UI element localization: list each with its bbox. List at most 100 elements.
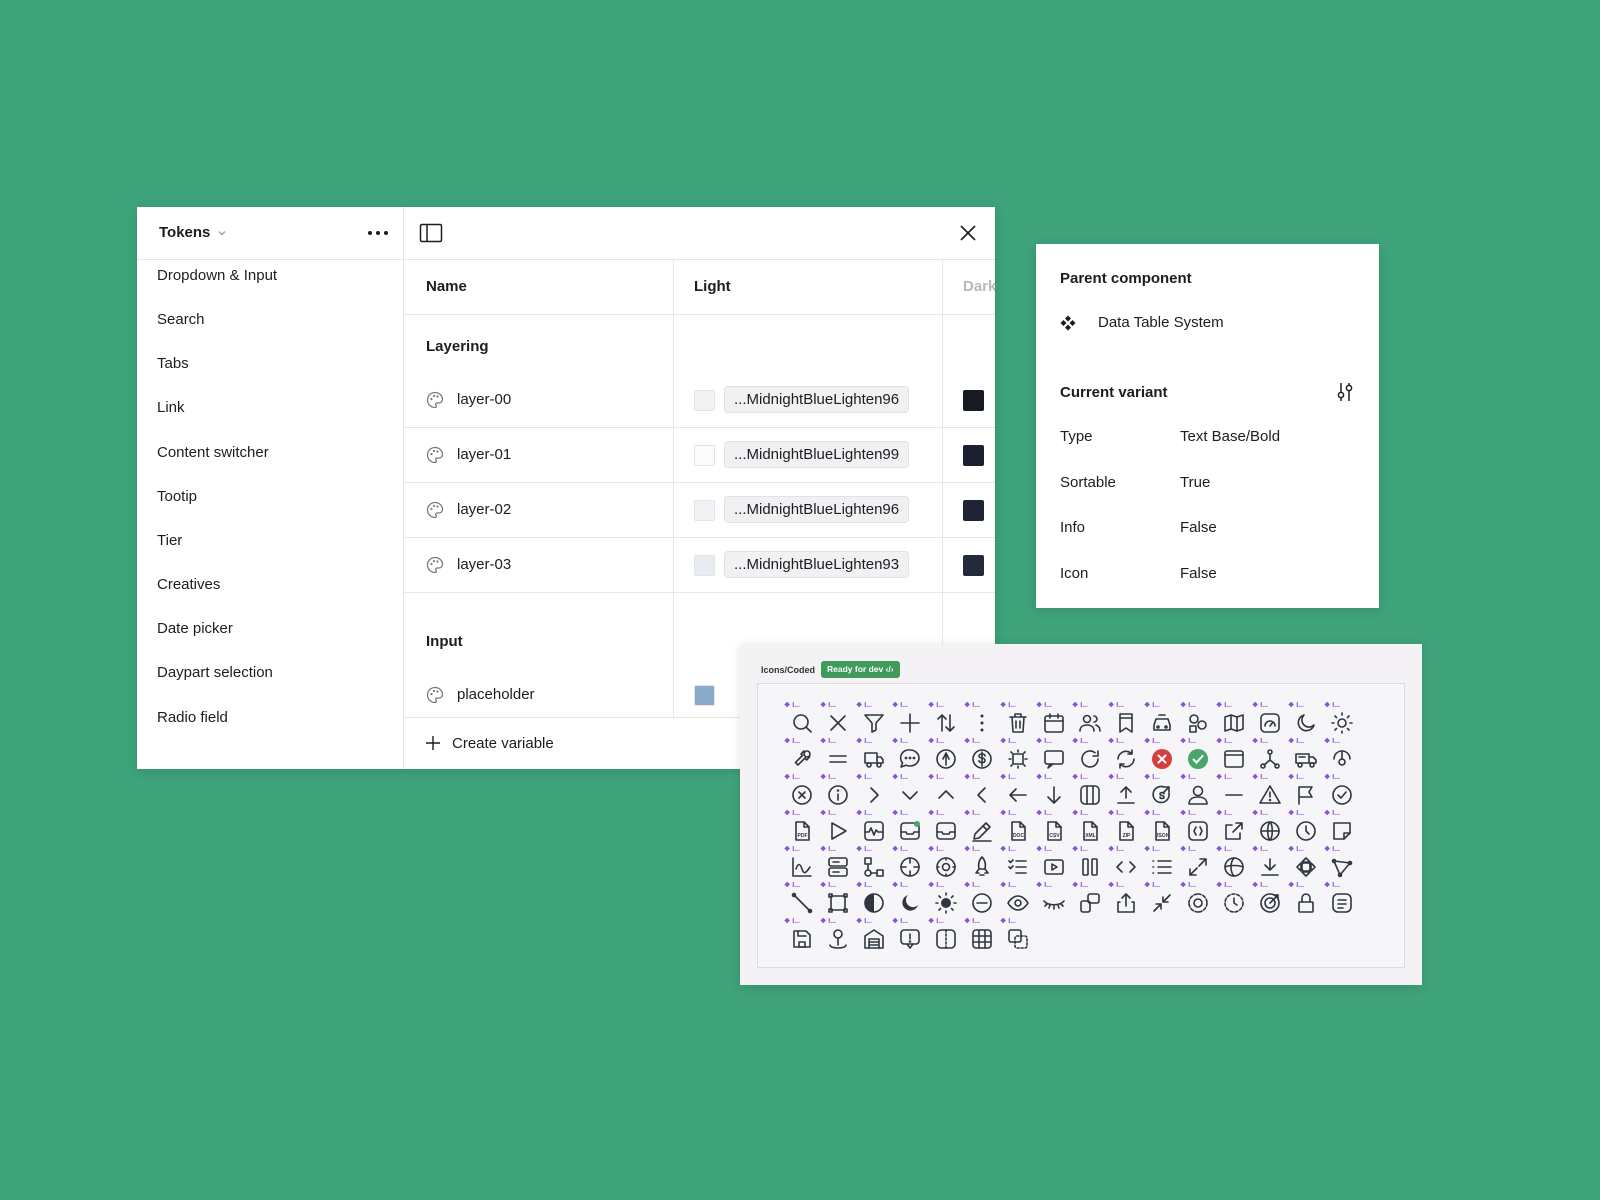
icon-instance[interactable]: ❖ I... [892, 774, 928, 810]
sidebar-item[interactable]: Tabs [137, 342, 403, 386]
variable-row[interactable]: layer-00 ...MidnightBlueLighten96 [404, 373, 995, 428]
light-color-swatch[interactable] [694, 445, 715, 466]
icon-instance[interactable]: ❖ I... [1000, 702, 1036, 738]
icon-instance[interactable]: ❖ I... [1036, 738, 1072, 774]
sidebar-item[interactable]: Tootip [137, 474, 403, 518]
icon-instance[interactable]: ❖ I... [856, 882, 892, 918]
light-color-swatch[interactable] [694, 500, 715, 521]
icon-instance[interactable]: ❖ I... [928, 882, 964, 918]
icon-instance[interactable]: ❖ I... [1324, 846, 1360, 882]
light-color-swatch[interactable] [694, 555, 715, 576]
icon-instance[interactable]: ❖ I... [1072, 882, 1108, 918]
sidebar-item[interactable]: Content switcher [137, 430, 403, 474]
light-alias-pill[interactable]: ...MidnightBlueLighten93 [724, 551, 910, 578]
icon-instance[interactable]: ❖ I... [892, 810, 928, 846]
icon-instance[interactable]: ❖ I... [964, 738, 1000, 774]
column-light-header[interactable]: Light [694, 278, 731, 295]
icon-instance[interactable]: ❖ I... [1252, 774, 1288, 810]
icon-instance[interactable]: ❖ I... [1036, 774, 1072, 810]
sidebar-item[interactable]: Search [137, 297, 403, 341]
icon-instance[interactable]: ❖ I... [1072, 702, 1108, 738]
icon-instance[interactable]: ❖ I... [1108, 738, 1144, 774]
icon-instance[interactable]: ❖ I... [1324, 882, 1360, 918]
icon-instance[interactable]: ❖ I... [1252, 846, 1288, 882]
icon-instance[interactable]: ❖ I... [1324, 702, 1360, 738]
icon-instance[interactable]: ❖ I... [1180, 882, 1216, 918]
icon-instance[interactable]: ❖ I... [892, 702, 928, 738]
icon-instance[interactable]: ❖ I... [1216, 846, 1252, 882]
icon-instance[interactable]: ❖ I... [928, 810, 964, 846]
light-alias-pill[interactable]: ...MidnightBlueLighten96 [724, 496, 910, 523]
icon-instance[interactable]: ❖ I... [1108, 774, 1144, 810]
icon-instance[interactable]: ❖ I... [1180, 846, 1216, 882]
icon-instance[interactable]: ❖ I... [1000, 738, 1036, 774]
dark-color-swatch[interactable] [963, 555, 984, 576]
icon-instance[interactable]: ❖ I... [1180, 702, 1216, 738]
icon-instance[interactable]: ❖ I... [892, 918, 928, 954]
light-color-swatch[interactable] [694, 685, 715, 706]
icon-instance[interactable]: ❖ I... [1324, 774, 1360, 810]
icon-instance[interactable]: ❖ I... JSON [1144, 810, 1180, 846]
icon-instance[interactable]: ❖ I... [964, 774, 1000, 810]
variable-name[interactable]: layer-00 [457, 391, 511, 408]
icon-instance[interactable]: ❖ I... [820, 774, 856, 810]
icon-instance[interactable]: ❖ I... [1036, 882, 1072, 918]
icon-instance[interactable]: ❖ I... [784, 774, 820, 810]
icon-instance[interactable]: ❖ I... [1144, 774, 1180, 810]
icon-instance[interactable]: ❖ I... [1144, 702, 1180, 738]
icon-instance[interactable]: ❖ I... [1180, 738, 1216, 774]
dark-color-swatch[interactable] [963, 445, 984, 466]
icon-instance[interactable]: ❖ I... [1288, 738, 1324, 774]
icon-instance[interactable]: ❖ I... [1000, 918, 1036, 954]
icon-instance[interactable]: ❖ I... [1072, 738, 1108, 774]
icon-instance[interactable]: ❖ I... [820, 738, 856, 774]
icon-instance[interactable]: ❖ I... [856, 702, 892, 738]
icon-instance[interactable]: ❖ I... [964, 918, 1000, 954]
icon-instance[interactable]: ❖ I... [892, 738, 928, 774]
icon-instance[interactable]: ❖ I... [1252, 810, 1288, 846]
icon-instance[interactable]: ❖ I... [820, 702, 856, 738]
icon-instance[interactable]: ❖ I... [1216, 810, 1252, 846]
frame-label[interactable]: Icons/Coded [761, 665, 815, 675]
icon-instance[interactable]: ❖ I... [1144, 738, 1180, 774]
icon-instance[interactable]: ❖ I... [928, 738, 964, 774]
property-value[interactable]: True [1180, 474, 1210, 491]
icon-instance[interactable]: ❖ I... [1288, 810, 1324, 846]
icon-instance[interactable]: ❖ I... [1144, 882, 1180, 918]
light-alias-pill[interactable]: ...MidnightBlueLighten96 [724, 386, 910, 413]
icon-instance[interactable]: ❖ I... [1252, 738, 1288, 774]
icon-instance[interactable]: ❖ I... [820, 882, 856, 918]
property-value[interactable]: False [1180, 519, 1217, 536]
chevron-down-icon[interactable] [217, 228, 227, 238]
dark-color-swatch[interactable] [963, 500, 984, 521]
close-icon[interactable] [958, 223, 978, 243]
icon-instance[interactable]: ❖ I... [964, 702, 1000, 738]
icon-instance[interactable]: ❖ I... [1288, 882, 1324, 918]
icon-instance[interactable]: ❖ I... [928, 702, 964, 738]
parent-component-link[interactable]: Data Table System [1098, 314, 1224, 331]
icon-instance[interactable]: ❖ I... [928, 918, 964, 954]
icon-instance[interactable]: ❖ I... [1288, 774, 1324, 810]
property-value[interactable]: Text Base/Bold [1180, 428, 1280, 445]
icon-instance[interactable]: ❖ I... [1036, 846, 1072, 882]
sidebar-item[interactable]: Radio field [137, 695, 403, 739]
icon-instance[interactable]: ❖ I... [1000, 882, 1036, 918]
icon-instance[interactable]: ❖ I... [1144, 846, 1180, 882]
light-color-swatch[interactable] [694, 390, 715, 411]
icon-instance[interactable]: ❖ I... XML [1072, 810, 1108, 846]
icon-instance[interactable]: ❖ I... CSV [1036, 810, 1072, 846]
variable-name[interactable]: layer-02 [457, 501, 511, 518]
variable-row[interactable]: layer-01 ...MidnightBlueLighten99 [404, 428, 995, 483]
icon-instance[interactable]: ❖ I... [1216, 702, 1252, 738]
icon-instance[interactable]: ❖ I... [1216, 738, 1252, 774]
icon-instance[interactable]: ❖ I... [820, 810, 856, 846]
sidebar-item[interactable]: Creatives [137, 563, 403, 607]
icon-instance[interactable]: ❖ I... [1288, 846, 1324, 882]
variable-name[interactable]: layer-03 [457, 556, 511, 573]
icon-instance[interactable]: ❖ I... [1072, 846, 1108, 882]
collection-title[interactable]: Tokens [159, 224, 210, 241]
icon-instance[interactable]: ❖ I... [820, 918, 856, 954]
adjust-properties-icon[interactable] [1334, 381, 1356, 403]
icon-instance[interactable]: ❖ I... [928, 774, 964, 810]
icon-instance[interactable]: ❖ I... [784, 846, 820, 882]
